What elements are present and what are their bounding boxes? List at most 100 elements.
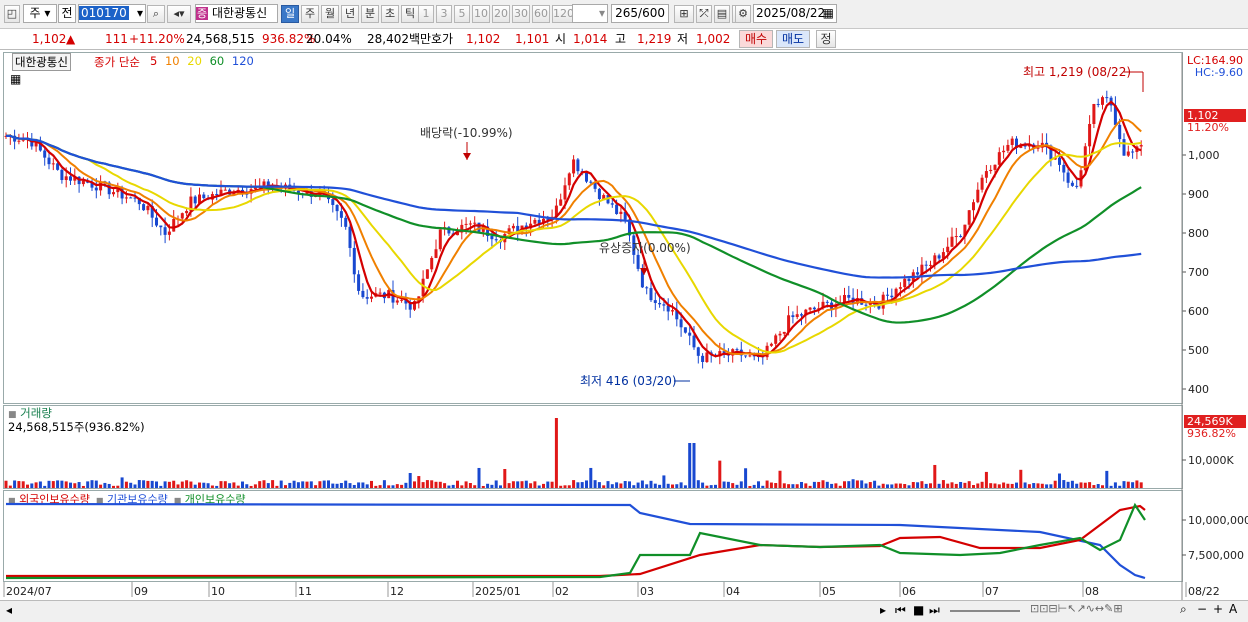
volume-bar bbox=[335, 483, 339, 488]
candle-body bbox=[774, 335, 778, 344]
dividend-arrow-icon bbox=[463, 153, 471, 160]
volume-bar bbox=[1062, 480, 1066, 488]
volume-bar bbox=[619, 483, 623, 488]
candle-body bbox=[1010, 138, 1014, 145]
volume-bar bbox=[967, 481, 971, 488]
volume-bar bbox=[90, 480, 94, 488]
volume-bar bbox=[266, 483, 270, 488]
candle-body bbox=[847, 294, 851, 298]
volume-bar bbox=[477, 467, 481, 488]
candle-body bbox=[559, 199, 563, 206]
candle-body bbox=[795, 314, 799, 318]
volume-bar bbox=[1101, 485, 1104, 488]
candle-body bbox=[946, 246, 950, 253]
volume-bar bbox=[602, 485, 606, 488]
zoom-out-icon[interactable]: − bbox=[1197, 602, 1207, 616]
candle-body bbox=[1101, 97, 1104, 105]
candle-body bbox=[701, 355, 705, 362]
volume-bar bbox=[632, 485, 636, 488]
x-tick-label: 09 bbox=[134, 585, 148, 598]
volume-bar bbox=[60, 480, 64, 488]
volume-bar bbox=[202, 482, 206, 488]
volume-bar bbox=[361, 482, 365, 488]
volume-bar bbox=[249, 485, 253, 488]
holders-tick-label: 7,500,000 bbox=[1188, 549, 1244, 562]
volume-bar bbox=[26, 484, 29, 488]
scroll-right-icon[interactable]: ▸ bbox=[880, 603, 886, 617]
volume-bar bbox=[464, 481, 468, 488]
candle-body bbox=[791, 315, 795, 318]
candle-body bbox=[1139, 145, 1143, 147]
candle-body bbox=[735, 349, 739, 351]
volume-bar bbox=[352, 484, 356, 488]
volume-bar bbox=[370, 480, 373, 488]
volume-bar bbox=[253, 484, 257, 488]
candle-body bbox=[468, 223, 472, 225]
volume-bar bbox=[782, 483, 786, 488]
volume-bar bbox=[593, 480, 597, 488]
volume-bar bbox=[271, 480, 275, 488]
volume-bar bbox=[236, 485, 240, 488]
stop-icon[interactable]: ■ bbox=[913, 603, 924, 617]
volume-bar bbox=[511, 481, 515, 488]
rewind-icon[interactable]: ⏮ bbox=[895, 603, 906, 618]
scroll-left-icon[interactable]: ◂ bbox=[6, 603, 12, 617]
volume-bar bbox=[714, 484, 717, 488]
forward-icon[interactable]: ⏭ bbox=[929, 603, 940, 618]
volume-bar bbox=[17, 481, 21, 488]
zoom-slider[interactable] bbox=[950, 610, 1020, 612]
volume-bar bbox=[520, 481, 524, 488]
volume-bar bbox=[778, 470, 782, 488]
volume-bar bbox=[460, 485, 464, 488]
volume-bar bbox=[1040, 483, 1044, 488]
zoom-search-icon[interactable]: ⌕ bbox=[1180, 602, 1187, 617]
volume-bar bbox=[886, 484, 889, 488]
candle-body bbox=[163, 227, 167, 235]
volume-bar bbox=[937, 483, 941, 488]
volume-bar bbox=[606, 481, 610, 488]
volume-bar bbox=[516, 481, 520, 488]
volume-bar bbox=[434, 481, 438, 488]
candle-body bbox=[473, 222, 477, 224]
candle-body bbox=[692, 335, 696, 348]
candle-body bbox=[172, 218, 176, 232]
text-tool-icon[interactable]: A bbox=[1229, 602, 1237, 616]
candle-body bbox=[361, 290, 365, 298]
volume-bar bbox=[791, 484, 795, 488]
volume-bar bbox=[946, 483, 950, 488]
volume-bar bbox=[1015, 482, 1018, 488]
candle-body bbox=[490, 235, 494, 240]
candle-body bbox=[223, 189, 227, 191]
drawing-tools-icon[interactable]: ⊡⊡⊟⊢↖↗∿↔✎⊞ bbox=[1030, 602, 1123, 615]
candle-body bbox=[976, 189, 980, 203]
volume-bar bbox=[726, 481, 730, 488]
volume-bar bbox=[318, 481, 322, 488]
volume-bar bbox=[56, 480, 60, 488]
candle-body bbox=[94, 187, 98, 191]
volume-bar bbox=[911, 482, 915, 488]
volume-bar bbox=[176, 484, 180, 488]
volume-bar bbox=[103, 482, 107, 488]
volume-bar bbox=[296, 482, 300, 488]
volume-bar bbox=[1027, 484, 1031, 488]
volume-bar bbox=[468, 483, 472, 488]
volume-bar bbox=[438, 481, 442, 488]
candle-body bbox=[610, 203, 614, 205]
volume-bar bbox=[146, 480, 150, 488]
volume-bar bbox=[752, 484, 756, 488]
volume-bar bbox=[997, 484, 1001, 488]
zoom-in-icon[interactable]: + bbox=[1213, 602, 1223, 616]
candle-body bbox=[997, 152, 1001, 165]
volume-bar bbox=[116, 485, 120, 488]
rights-annotation: 유상증자(0.00%) bbox=[599, 241, 691, 255]
candle-body bbox=[1088, 123, 1092, 147]
volume-bar bbox=[279, 480, 283, 488]
candle-body bbox=[808, 307, 812, 310]
volume-bar bbox=[662, 475, 666, 488]
volume-bar bbox=[1135, 480, 1139, 488]
volume-bar bbox=[331, 483, 335, 488]
volume-bar bbox=[585, 480, 588, 488]
volume-bar bbox=[223, 481, 227, 488]
volume-bar bbox=[1032, 483, 1036, 488]
volume-bar bbox=[920, 481, 924, 488]
